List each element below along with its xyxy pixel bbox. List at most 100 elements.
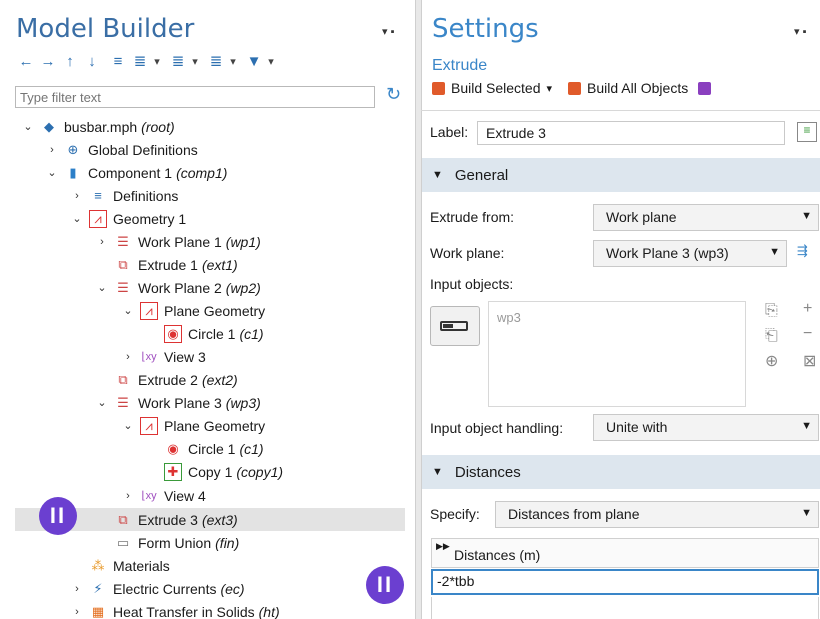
work-plane-select[interactable]: Work Plane 3 (wp3) ▼	[593, 240, 787, 267]
specify-select[interactable]: Distances from plane ▼	[495, 501, 819, 528]
tree-node-heat-transfer[interactable]: › ▦ Heat Transfer in Solids (ht)	[69, 600, 279, 619]
tree-filter-input[interactable]	[15, 86, 375, 108]
tree-node-label: View 4	[164, 487, 206, 504]
refresh-icon[interactable]: ↻	[386, 84, 401, 105]
clear-selection-icon[interactable]: ⊠	[803, 351, 816, 371]
tree-node-geometry[interactable]: ⌄ ⩘ Geometry 1	[69, 207, 186, 230]
go-to-source-icon[interactable]: ⇶	[797, 243, 817, 263]
reset-label-icon[interactable]: ≡	[797, 122, 817, 142]
distances-table-header[interactable]: ▶▶ Distances (m)	[431, 538, 819, 568]
tree-node-tag: (fin)	[215, 534, 240, 551]
distances-cell[interactable]: -2*tbb	[431, 569, 819, 595]
tree-node-label: View 3	[164, 348, 206, 365]
tree-node-label: Plane Geometry	[164, 417, 266, 434]
tree-node-global-definitions[interactable]: › ⊕ Global Definitions	[44, 138, 198, 161]
chevron-down-icon[interactable]: ⌄	[120, 304, 136, 317]
section-general[interactable]: ▼ General	[422, 158, 820, 192]
tree-node-materials[interactable]: ⁂ Materials	[85, 554, 170, 577]
step-badge-left: II	[39, 497, 77, 535]
paste-selection-icon[interactable]: ⎗	[765, 327, 778, 345]
chevron-right-icon[interactable]: ›	[44, 144, 60, 156]
tree-node-tag: (wp2)	[225, 279, 261, 296]
chevron-down-icon[interactable]: ⌄	[44, 166, 60, 179]
tree-node-circle-1a[interactable]: ◉ Circle 1 (c1)	[160, 322, 264, 345]
filter-dropdown-icon[interactable]: ▾	[265, 52, 277, 72]
build-all-button[interactable]: Build All Objects	[587, 80, 688, 96]
chevron-down-icon[interactable]: ⌄	[94, 396, 110, 409]
tree-node-extrude-2[interactable]: ⧉ Extrude 2 (ext2)	[110, 368, 238, 391]
input-objects-label: Input objects:	[430, 276, 514, 292]
input-object-item[interactable]: wp3	[497, 310, 521, 325]
forward-arrow-icon[interactable]: →	[37, 52, 59, 72]
chevron-down-icon[interactable]: ⌄	[69, 212, 85, 225]
tree-node-component[interactable]: ⌄ ▮ Component 1 (comp1)	[44, 161, 227, 184]
show-icon[interactable]: ≡	[107, 52, 129, 72]
section-collapse-icon[interactable]: ▼	[432, 466, 443, 478]
collapse-icon[interactable]: ≣	[129, 52, 151, 72]
chevron-right-icon[interactable]: ›	[94, 236, 110, 248]
chevron-down-icon[interactable]: ⌄	[94, 281, 110, 294]
tree-node-label: Electric Currents	[113, 580, 217, 597]
expand-icon[interactable]: ≣	[167, 52, 189, 72]
panel-menu-icon[interactable]: ▾ ▪	[794, 25, 806, 38]
tree-node-label: busbar.mph	[64, 118, 138, 135]
tree-node-work-plane-3[interactable]: ⌄ ☰ Work Plane 3 (wp3)	[94, 391, 260, 414]
move-down-icon[interactable]: ↓	[81, 52, 103, 72]
tree-node-extrude-3[interactable]: ⧉ Extrude 3 (ext3)	[110, 508, 237, 531]
section-collapse-icon[interactable]: ▼	[432, 169, 443, 181]
chevron-down-icon[interactable]: ⌄	[120, 419, 136, 432]
chevron-right-icon[interactable]: ›	[120, 351, 136, 363]
extrude-from-select[interactable]: Work plane ▼	[593, 204, 819, 231]
tree-node-extrude-1[interactable]: ⧉ Extrude 1 (ext1)	[110, 253, 238, 276]
tree-node-circle-1b[interactable]: ◉ Circle 1 (c1)	[160, 437, 263, 460]
zoom-selection-icon[interactable]: ⊕	[765, 351, 778, 371]
panel-menu-icon[interactable]: ▾ ▪	[382, 25, 394, 38]
input-objects-list[interactable]: wp3	[488, 301, 746, 407]
tree-node-plane-geometry-3[interactable]: ⌄ ⩘ Plane Geometry	[120, 414, 265, 437]
tree-node-view-3[interactable]: › ⌊xy View 3	[120, 345, 206, 368]
copy-selection-icon[interactable]: ⎘	[765, 302, 778, 320]
filter-icon[interactable]: ▼	[243, 52, 265, 72]
expand-dropdown-icon[interactable]: ▾	[189, 52, 201, 72]
model-icon: ◆	[44, 118, 54, 134]
chevron-right-icon[interactable]: ›	[120, 490, 136, 502]
tree-node-copy-1[interactable]: ✚ Copy 1 (copy1)	[160, 460, 283, 483]
build-selected-dropdown-icon[interactable]: ▾	[547, 82, 553, 95]
section-distances[interactable]: ▼ Distances	[422, 455, 820, 489]
chevron-right-icon[interactable]: ›	[69, 190, 85, 202]
chevron-right-icon[interactable]: ›	[69, 606, 85, 618]
graphics-icon[interactable]	[698, 81, 712, 95]
back-arrow-icon[interactable]: ←	[15, 52, 37, 72]
chevron-right-icon[interactable]: ›	[69, 583, 85, 595]
chevron-down-icon[interactable]: ⌄	[20, 120, 36, 133]
expand-columns-icon[interactable]: ▶▶	[436, 541, 450, 552]
list-view-icon[interactable]: ≣	[205, 52, 227, 72]
dropdown-arrow-icon: ▼	[801, 507, 812, 519]
tree-node-definitions[interactable]: › ≡ Definitions	[69, 184, 178, 207]
remove-icon[interactable]: −	[803, 325, 812, 343]
collapse-dropdown-icon[interactable]: ▾	[151, 52, 163, 72]
tree-node-work-plane-2[interactable]: ⌄ ☰ Work Plane 2 (wp2)	[94, 276, 261, 299]
build-selected-button[interactable]: Build Selected	[451, 80, 541, 96]
tree-node-plane-geometry-2[interactable]: ⌄ ⩘ Plane Geometry	[120, 299, 265, 322]
tree-node-work-plane-1[interactable]: › ☰ Work Plane 1 (wp1)	[94, 230, 261, 253]
tree-node-electric-currents[interactable]: › ⚡ Electric Currents (ec)	[69, 577, 244, 600]
tree-node-tag: (ext2)	[201, 371, 238, 388]
tree-node-tag: (ext1)	[201, 256, 238, 273]
extrude-icon: ⧉	[118, 511, 128, 527]
label-field[interactable]: Extrude 3	[477, 121, 785, 145]
tree-node-label: Work Plane 1	[138, 233, 222, 250]
tree-node-form-union[interactable]: ▭ Form Union (fin)	[110, 531, 239, 554]
active-toggle[interactable]	[430, 306, 480, 346]
electric-currents-icon: ⚡	[93, 580, 103, 596]
extrude-from-value: Work plane	[606, 209, 677, 225]
add-icon[interactable]: +	[803, 300, 812, 318]
handling-value: Unite with	[606, 419, 668, 435]
list-view-dropdown-icon[interactable]: ▾	[227, 52, 239, 72]
tree-node-root[interactable]: ⌄ ◆ busbar.mph (root)	[20, 115, 174, 138]
move-up-icon[interactable]: ↑	[59, 52, 81, 72]
model-builder-toolbar: ← → ↑ ↓ ≡ ≣ ▾ ≣ ▾ ≣ ▾ ▼ ▾	[15, 52, 277, 72]
tree-node-view-4[interactable]: › ⌊xy View 4	[120, 484, 206, 507]
handling-select[interactable]: Unite with ▼	[593, 414, 819, 441]
divider	[421, 110, 820, 111]
